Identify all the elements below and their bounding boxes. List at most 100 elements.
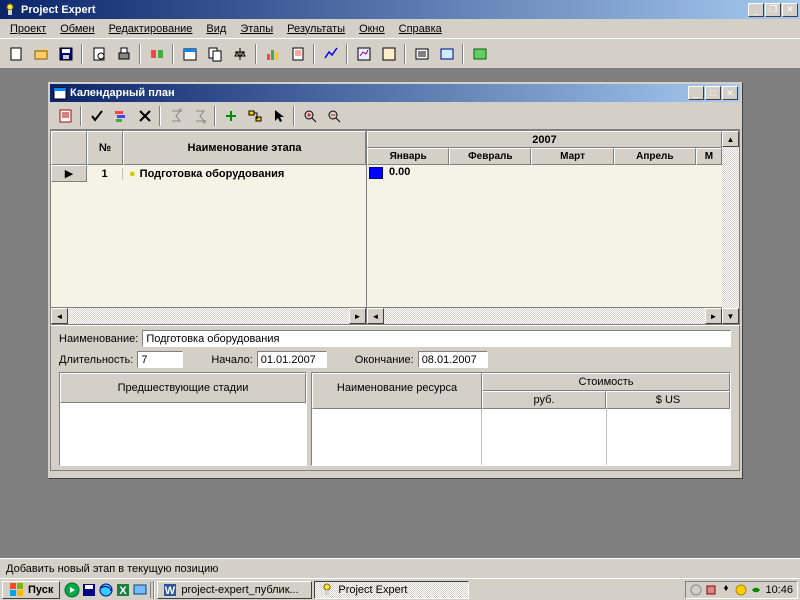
menu-edit[interactable]: Редактирование (103, 21, 199, 37)
ql-desktop-icon[interactable] (132, 582, 148, 598)
resources-table: Наименование ресурса Стоимость руб. $ US (311, 372, 731, 466)
child-minimize-button[interactable]: _ (688, 86, 704, 100)
cost-header: Стоимость (482, 373, 730, 391)
scroll-right-icon[interactable]: ► (349, 308, 366, 324)
open-icon[interactable] (29, 43, 52, 65)
sum-down-icon[interactable] (188, 105, 211, 127)
minimize-button[interactable]: _ (748, 3, 764, 17)
analysis2-icon[interactable] (377, 43, 400, 65)
analysis1-icon[interactable] (352, 43, 375, 65)
ql-excel-icon[interactable]: X (115, 582, 131, 598)
balance-icon[interactable] (228, 43, 251, 65)
gantt-month: Январь (367, 148, 449, 165)
ql-ie-icon[interactable] (98, 582, 114, 598)
settings-icon[interactable] (468, 43, 491, 65)
statusbar: Добавить новый этап в текущую позицию (0, 558, 800, 578)
calendar-icon[interactable] (178, 43, 201, 65)
gantt-body[interactable]: 0.00 (367, 165, 722, 307)
duration-input[interactable] (137, 351, 183, 368)
close-button[interactable]: ✕ (782, 3, 798, 17)
child-close-button[interactable]: ✕ (722, 86, 738, 100)
scroll-track[interactable] (384, 308, 705, 324)
status-text: Добавить новый этап в текущую позицию (6, 563, 218, 575)
word-icon: W (162, 582, 178, 598)
menu-results[interactable]: Результаты (281, 21, 351, 37)
restore-button[interactable]: ❐ (765, 3, 781, 17)
pointer-icon[interactable] (267, 105, 290, 127)
scroll-down-icon[interactable]: ▼ (722, 308, 739, 324)
row-marker[interactable]: ▶ (51, 165, 87, 182)
ql-media-icon[interactable] (64, 582, 80, 598)
start-input[interactable] (257, 351, 327, 368)
windows-logo-icon (9, 582, 25, 598)
name-label: Наименование: (59, 333, 138, 345)
gantt-icon[interactable] (109, 105, 132, 127)
gantt-vscroll[interactable]: ▲ ▼ (722, 131, 739, 324)
name-input[interactable] (142, 330, 731, 347)
sheet-icon[interactable] (54, 105, 77, 127)
menu-window[interactable]: Окно (353, 21, 391, 37)
tray-icon[interactable] (690, 584, 702, 596)
form-icon[interactable] (435, 43, 458, 65)
details-panel: Наименование: Длительность: Начало: Окон… (50, 325, 740, 471)
tray-icon[interactable] (705, 584, 717, 596)
menu-help[interactable]: Справка (393, 21, 448, 37)
pred-header: Предшествующие стадии (60, 373, 306, 403)
module1-icon[interactable] (145, 43, 168, 65)
child-icon (52, 85, 68, 101)
menu-view[interactable]: Вид (200, 21, 232, 37)
grid-row[interactable]: ▶ 1 ● Подготовка оборудования (51, 165, 366, 182)
start-button[interactable]: Пуск (2, 581, 60, 599)
scroll-track[interactable] (722, 147, 739, 308)
row-num: 1 (87, 168, 123, 180)
child-title: Календарный план (68, 87, 688, 99)
tray-icon[interactable] (735, 584, 747, 596)
stages-grid: № Наименование этапа ▶ 1 ● Подготовка об… (51, 131, 367, 324)
child-titlebar: Календарный план _ □ ✕ (50, 84, 740, 102)
scroll-up-icon[interactable]: ▲ (722, 131, 739, 147)
new-icon[interactable] (4, 43, 27, 65)
add-icon[interactable] (219, 105, 242, 127)
tray-time: 10:46 (765, 584, 793, 596)
col-name-header[interactable]: Наименование этапа (123, 131, 366, 165)
barchart-icon[interactable] (261, 43, 284, 65)
zoom-out-icon[interactable] (322, 105, 345, 127)
scroll-track[interactable] (68, 308, 349, 324)
menu-exchange[interactable]: Обмен (54, 21, 100, 37)
end-input[interactable] (418, 351, 488, 368)
pred-body[interactable] (60, 403, 306, 459)
print-icon[interactable] (112, 43, 135, 65)
gantt-month: Март (531, 148, 613, 165)
calendar-plan-window: Календарный план _ □ ✕ (48, 82, 742, 478)
col-num-header[interactable]: № (87, 131, 123, 165)
tray-icon[interactable] (720, 584, 732, 596)
row-handle-header (51, 131, 87, 165)
scroll-left-icon[interactable]: ◄ (367, 308, 384, 324)
preview-icon[interactable] (87, 43, 110, 65)
scroll-left-icon[interactable]: ◄ (51, 308, 68, 324)
gantt-month: Апрель (614, 148, 696, 165)
ql-save-icon[interactable] (81, 582, 97, 598)
scroll-right-icon[interactable]: ► (705, 308, 722, 324)
menubar: Проект Обмен Редактирование Вид Этапы Ре… (0, 19, 800, 38)
link-icon[interactable] (243, 105, 266, 127)
save-icon[interactable] (54, 43, 77, 65)
tray-icon[interactable] (750, 584, 762, 596)
report-icon[interactable] (286, 43, 309, 65)
menu-stages[interactable]: Этапы (234, 21, 279, 37)
left-hscroll[interactable]: ◄ ► (51, 307, 366, 324)
zoom-in-icon[interactable] (298, 105, 321, 127)
taskbar-task-active[interactable]: Project Expert (314, 581, 469, 599)
res-body[interactable] (312, 409, 730, 465)
sum-up-icon[interactable] (164, 105, 187, 127)
child-maximize-button[interactable]: □ (705, 86, 721, 100)
copy-icon[interactable] (203, 43, 226, 65)
right-hscroll[interactable]: ◄ ► (367, 307, 722, 324)
check-icon[interactable] (85, 105, 108, 127)
linechart-icon[interactable] (319, 43, 342, 65)
menu-project[interactable]: Проект (4, 21, 52, 37)
taskbar-task[interactable]: W project-expert_публик... (157, 581, 312, 599)
gantt-bar[interactable] (369, 167, 383, 179)
list-icon[interactable] (410, 43, 433, 65)
delete-icon[interactable] (133, 105, 156, 127)
